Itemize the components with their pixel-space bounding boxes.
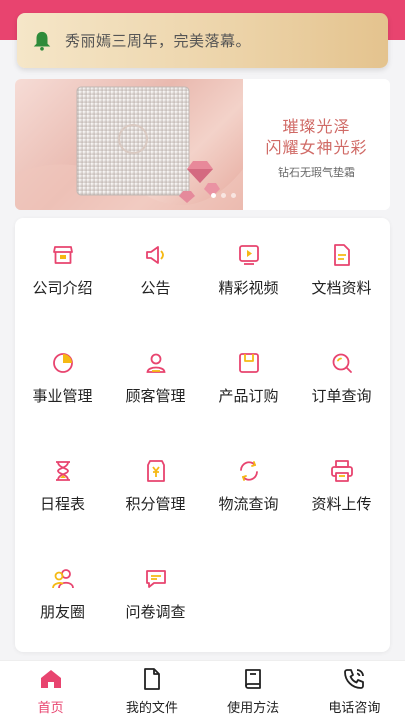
grid-item-documents[interactable]: 文档资料 [295,231,388,311]
grid-item-label: 事业管理 [32,387,93,405]
notice-text: 秀丽嫣三周年，完美落幕。 [65,32,252,50]
banner-product-photo [15,79,243,210]
grid-item-label: 资料上传 [311,495,372,513]
search-icon [332,353,352,373]
friends-icon [51,569,74,589]
banner-text-panel: 璀璨光泽 闪耀女神光彩 钻石无瑕气垫霜 [243,79,390,210]
megaphone-icon [145,246,164,264]
tab-home[interactable]: 首页 [0,661,101,720]
grid-item-label: 产品订购 [218,387,279,405]
home-icon [40,670,61,688]
person-icon [146,353,165,373]
banner-slogan-line2: 闪耀女神光彩 [265,138,368,157]
grid-item-points-mgmt[interactable]: 积分管理 [109,447,202,527]
phone-icon [344,669,365,689]
grid-item-label: 物流查询 [218,495,279,513]
grid-item-moments[interactable]: 朋友圈 [16,555,109,635]
carousel-dot[interactable] [211,193,216,198]
banner-product-name: 钻石无瑕气垫霜 [278,166,355,179]
grid-item-label: 积分管理 [125,495,186,513]
grid-item-videos[interactable]: 精彩视频 [202,231,295,311]
shop-icon [52,246,73,264]
pie-chart-icon [52,353,73,373]
grid-item-label: 公司介绍 [32,279,93,297]
book-icon [245,669,262,689]
grid-item-label: 朋友圈 [39,603,85,621]
grid-item-schedule[interactable]: 日程表 [16,447,109,527]
printer-icon [330,460,353,482]
grid-item-logistics-query[interactable]: 物流查询 [202,447,295,527]
grid-item-label: 精彩视频 [218,279,279,297]
points-icon [146,460,165,482]
file-icon [143,668,160,690]
video-icon [238,245,259,265]
grid-item-customer-mgmt[interactable]: 顾客管理 [109,339,202,419]
grid-item-label: 文档资料 [311,279,372,297]
grid-item-label: 订单查询 [311,387,372,405]
grid-item-data-upload[interactable]: 资料上传 [295,447,388,527]
refresh-icon [239,461,258,481]
tab-label: 使用方法 [227,701,280,716]
tab-label: 电话咨询 [328,701,381,716]
grid-item-company-intro[interactable]: 公司介绍 [16,231,109,311]
grid-item-business-mgmt[interactable]: 事业管理 [16,339,109,419]
banner-carousel[interactable]: 璀璨光泽 闪耀女神光彩 钻石无瑕气垫霜 [15,79,390,210]
notice-bar[interactable]: 秀丽嫣三周年，完美落幕。 [17,13,388,68]
grid-item-announcement[interactable]: 公告 [109,231,202,311]
carousel-indicator [211,193,236,198]
tab-instructions[interactable]: 使用方法 [203,661,304,720]
tab-label: 首页 [37,701,64,716]
document-icon [333,244,350,266]
tab-label: 我的文件 [125,701,178,716]
grid-item-label: 公告 [140,279,171,297]
feature-grid: 公司介绍 公告 精彩视频 文档资料 事业管理 顾客管理 产品订购 订单查询 日程… [15,218,390,652]
grid-item-label: 顾客管理 [125,387,186,405]
bell-icon [33,31,51,51]
carousel-dot[interactable] [231,193,236,198]
tab-phone-consult[interactable]: 电话咨询 [304,661,405,720]
grid-item-product-order[interactable]: 产品订购 [202,339,295,419]
grid-item-label: 日程表 [39,495,85,513]
grid-item-label: 问卷调查 [125,603,186,621]
carousel-dot[interactable] [221,193,226,198]
tab-my-files[interactable]: 我的文件 [101,661,202,720]
bottom-tab-bar: 首页 我的文件 使用方法 电话咨询 [0,660,405,720]
grid-item-survey[interactable]: 问卷调查 [109,555,202,635]
grid-item-order-query[interactable]: 订单查询 [295,339,388,419]
box-icon [238,353,259,373]
hourglass-icon [55,461,70,481]
chat-icon [145,570,166,588]
